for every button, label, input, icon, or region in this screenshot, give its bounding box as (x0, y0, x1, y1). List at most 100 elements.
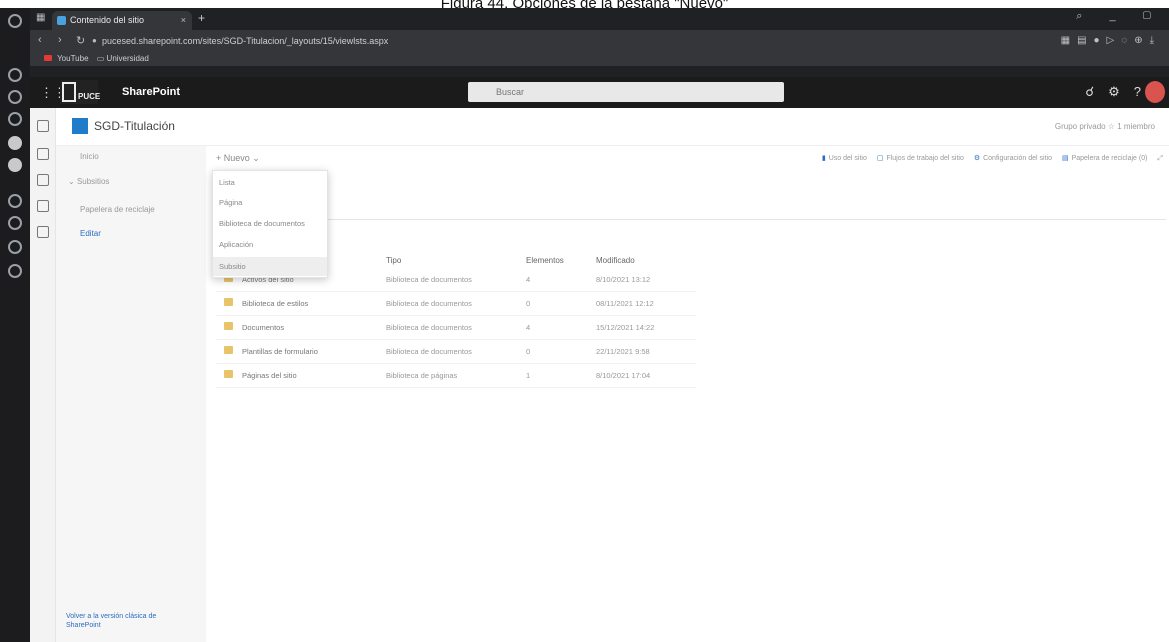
quick-launch: Inicio ⌄ Subsitios Papelera de reciclaje… (56, 146, 206, 642)
menu-item-subsitio[interactable]: Subsitio (213, 257, 327, 276)
bookmark-item[interactable]: Universidad (107, 54, 149, 63)
row-modified: 8/10/2021 13:12 (596, 275, 651, 284)
row-name[interactable]: Biblioteca de estilos (242, 299, 308, 308)
classic-view-link[interactable]: Volver a la versión clásica de SharePoin… (66, 612, 186, 630)
folder-icon: ▭ (96, 54, 105, 63)
bookmarks-bar: YouTube ▭ Universidad (30, 52, 1169, 66)
logo-mark (62, 82, 76, 102)
site-logo[interactable] (72, 118, 88, 134)
app-rail (30, 108, 56, 642)
back-icon[interactable]: ‹ (38, 34, 42, 46)
app-icon[interactable] (8, 14, 22, 28)
globe-icon[interactable] (37, 148, 49, 160)
app-icon[interactable] (8, 264, 22, 278)
library-icon (224, 298, 233, 306)
site-settings-button[interactable]: ⚙ Configuración del sitio (974, 155, 1052, 162)
list-icon[interactable] (37, 226, 49, 238)
nav-item-subsitios[interactable]: ⌄ Subsitios (68, 177, 109, 186)
app-icon[interactable] (8, 240, 22, 254)
nav-item-papelera[interactable]: Papelera de reciclaje (80, 205, 155, 214)
row-modified: 8/10/2021 17:04 (596, 371, 651, 380)
app-name[interactable]: SharePoint (122, 86, 180, 98)
site-title[interactable]: SGD-Titulación (94, 119, 175, 133)
app-icon[interactable] (8, 216, 22, 230)
reload-icon[interactable]: ↻ (76, 34, 85, 47)
row-name[interactable]: Plantillas de formulario (242, 347, 318, 356)
column-header-modified[interactable]: Modificado (596, 256, 635, 265)
search-placeholder: Buscar (496, 87, 525, 97)
row-type: Biblioteca de páginas (386, 371, 458, 380)
address-bar[interactable]: pucesed.sharepoint.com/sites/SGD-Titulac… (102, 33, 662, 49)
browser-tab[interactable]: Contenido del sitio × (52, 11, 192, 30)
expand-icon[interactable]: ⤢ (1157, 155, 1163, 162)
row-type: Biblioteca de documentos (386, 275, 472, 284)
new-button[interactable]: + Nuevo ⌄ (216, 153, 260, 164)
tab-title: Contenido del sitio (70, 15, 145, 25)
menu-item-biblioteca[interactable]: Biblioteca de documentos (213, 214, 327, 233)
row-type: Biblioteca de documentos (386, 323, 472, 332)
app-icon[interactable] (8, 90, 22, 104)
address-row: ‹ › ↻ ● pucesed.sharepoint.com/sites/SGD… (30, 30, 1169, 52)
menu-item-lista[interactable]: Lista (213, 173, 327, 192)
table-row[interactable]: Páginas del sitio Biblioteca de páginas … (216, 364, 696, 388)
search-input[interactable]: Buscar (468, 82, 784, 102)
file-icon[interactable] (37, 200, 49, 212)
system-sidebar (0, 8, 30, 642)
table-row[interactable]: Biblioteca de estilos Biblioteca de docu… (216, 292, 696, 316)
divider (216, 219, 1166, 220)
home-icon[interactable] (37, 120, 49, 132)
row-type: Biblioteca de documentos (386, 347, 472, 356)
row-items: 4 (526, 323, 531, 332)
forward-icon[interactable]: › (58, 34, 62, 46)
app-icon[interactable] (8, 194, 22, 208)
row-name[interactable]: Páginas del sitio (242, 371, 297, 380)
library-icon (224, 370, 233, 378)
site-header: SGD-Titulación Grupo privado ☆ 1 miembro (56, 108, 1169, 146)
row-items: 0 (526, 347, 531, 356)
app-icon[interactable] (8, 68, 22, 82)
row-modified: 08/11/2021 12:12 (596, 299, 654, 308)
row-type: Biblioteca de documentos (386, 299, 472, 308)
nav-item-editar[interactable]: Editar (80, 229, 101, 238)
window-controls[interactable]: ⌕ _ ▢ (1076, 10, 1163, 23)
recycle-bin-button[interactable]: ▤ Papelera de reciclaje (0) (1062, 155, 1148, 162)
new-menu: Lista Página Biblioteca de documentos Ap… (212, 170, 328, 278)
nav-item-inicio[interactable]: Inicio (80, 152, 99, 161)
suite-bar: ⋮⋮⋮ PUCE SharePoint Buscar ☌⚙? (30, 77, 1169, 108)
extension-icons[interactable]: ▦▤●▷◌⊕⤓ (1061, 35, 1161, 46)
avatar[interactable] (1145, 81, 1165, 103)
browser-window: ▦ Contenido del sitio × + ⌕ _ ▢ ‹ › ↻ ● … (0, 8, 1169, 642)
logo-text: PUCE (78, 92, 101, 101)
news-icon[interactable] (37, 174, 49, 186)
site-workflows-button[interactable]: ▢ Flujos de trabajo del sitio (877, 155, 964, 162)
tab-grid-icon[interactable]: ▦ (36, 12, 45, 23)
row-modified: 15/12/2021 14:22 (596, 323, 655, 332)
site-usage-button[interactable]: ▮ Uso del sitio (822, 155, 867, 162)
app-icon[interactable] (8, 158, 22, 172)
menu-item-aplicacion[interactable]: Aplicación (213, 235, 327, 254)
library-icon (224, 322, 233, 330)
table-row[interactable]: Documentos Biblioteca de documentos 4 15… (216, 316, 696, 340)
row-items: 4 (526, 275, 531, 284)
app-icon[interactable] (8, 112, 22, 126)
command-bar-right: ▮ Uso del sitio ▢ Flujos de trabajo del si… (814, 154, 1163, 163)
main-content: + Nuevo ⌄ ▮ Uso del sitio ▢ Flujos de trab… (206, 146, 1169, 642)
row-items: 0 (526, 299, 531, 308)
row-modified: 22/11/2021 9:58 (596, 347, 650, 356)
bookmark-item[interactable]: YouTube (57, 54, 88, 63)
table-row[interactable]: Plantillas de formulario Biblioteca de d… (216, 340, 696, 364)
column-header-items[interactable]: Elementos (526, 256, 564, 265)
lock-icon: ● (92, 36, 97, 45)
favicon-icon (57, 16, 66, 25)
menu-item-pagina[interactable]: Página (213, 193, 327, 212)
row-name[interactable]: Documentos (242, 323, 284, 332)
close-icon[interactable]: × (181, 11, 186, 30)
youtube-icon (44, 55, 52, 61)
app-icon[interactable] (8, 136, 22, 150)
site-meta[interactable]: Grupo privado ☆ 1 miembro (1055, 122, 1155, 131)
org-logo[interactable]: PUCE (60, 80, 101, 104)
new-tab-icon[interactable]: + (198, 11, 205, 25)
library-icon (224, 346, 233, 354)
row-items: 1 (526, 371, 531, 380)
column-header-type[interactable]: Tipo (386, 256, 401, 265)
